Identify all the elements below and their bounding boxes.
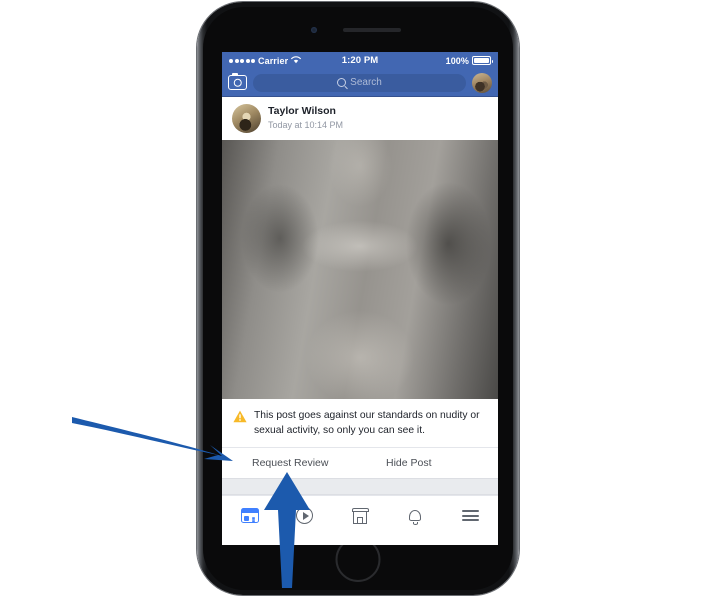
tab-watch[interactable]	[277, 496, 332, 535]
post-header: Taylor Wilson Today at 10:14 PM	[222, 97, 498, 140]
hamburger-menu-icon	[461, 510, 479, 522]
tab-menu[interactable]	[443, 496, 498, 535]
content-warning-text: This post goes against our standards on …	[254, 410, 480, 436]
bell-icon	[408, 509, 422, 525]
tab-notifications[interactable]	[388, 496, 443, 535]
tab-news-feed[interactable]	[222, 496, 277, 535]
camera-icon[interactable]	[228, 72, 247, 90]
earpiece-speaker	[343, 28, 401, 32]
status-bar-left: Carrier	[229, 56, 342, 66]
status-bar-right: 100%	[378, 55, 494, 66]
request-review-button[interactable]: Request Review	[222, 448, 364, 478]
warning-triangle-icon	[233, 410, 247, 438]
wifi-icon	[291, 55, 302, 66]
search-placeholder: Search	[350, 77, 382, 88]
status-bar-clock: 1:20 PM	[341, 55, 379, 66]
hide-post-button[interactable]: Hide Post	[364, 448, 498, 478]
front-camera-icon	[311, 27, 317, 33]
battery-percent-label: 100%	[445, 55, 470, 66]
search-icon	[337, 78, 347, 87]
post-author-name[interactable]: Taylor Wilson	[268, 105, 343, 118]
carrier-label: Carrier	[258, 55, 289, 66]
search-input[interactable]: Search	[253, 73, 466, 92]
facebook-top-bar: Search	[222, 69, 498, 97]
battery-icon	[472, 56, 494, 65]
phone-screen: Carrier 1:20 PM 100% Search Taylor Wilso…	[222, 52, 498, 545]
feed-separator	[222, 478, 498, 496]
profile-avatar[interactable]	[472, 72, 492, 93]
post-timestamp: Today at 10:14 PM	[268, 120, 344, 131]
author-avatar[interactable]	[232, 104, 261, 133]
bottom-tab-bar	[222, 495, 498, 536]
tab-marketplace[interactable]	[332, 496, 387, 535]
signal-strength-icon	[229, 58, 255, 63]
post-photo[interactable]	[222, 140, 498, 399]
status-bar: Carrier 1:20 PM 100%	[222, 52, 498, 69]
content-warning-block: This post goes against our standards on …	[222, 399, 498, 448]
marketplace-store-icon	[351, 507, 369, 524]
news-feed-icon	[240, 508, 259, 524]
post-meta: Taylor Wilson Today at 10:14 PM	[268, 105, 343, 131]
video-play-icon	[296, 507, 314, 525]
post-action-row: Request Review Hide Post	[222, 447, 498, 479]
